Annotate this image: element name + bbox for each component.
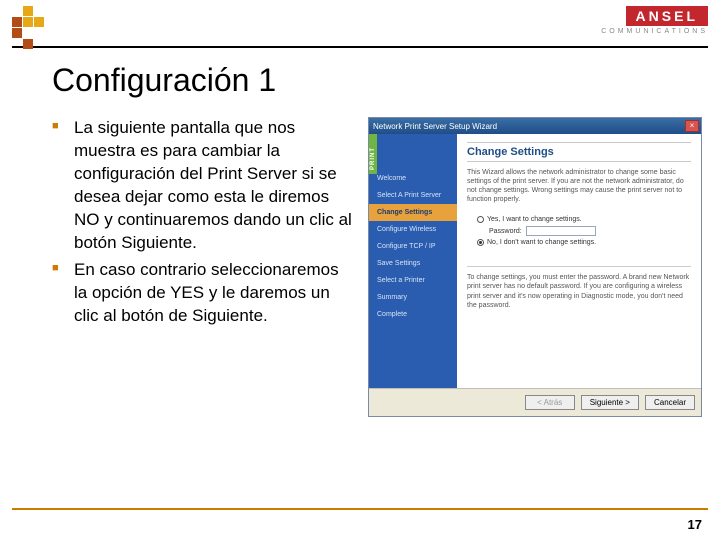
close-icon[interactable]: × bbox=[685, 120, 699, 132]
brand-subtitle: COMMUNICATIONS bbox=[601, 28, 708, 35]
page-title: Configuración 1 bbox=[52, 62, 720, 99]
wizard-step[interactable]: Complete bbox=[369, 306, 457, 323]
option-no-label: No, I don't want to change settings. bbox=[487, 239, 596, 246]
panel-title: Change Settings bbox=[467, 142, 691, 162]
logo-square bbox=[12, 6, 22, 16]
wizard-footer: < Atrás Siguiente > Cancelar bbox=[369, 388, 701, 416]
logo-square bbox=[34, 39, 44, 49]
logo-square bbox=[23, 39, 33, 49]
password-input[interactable] bbox=[526, 226, 596, 236]
footer-rule bbox=[12, 508, 708, 510]
wizard-step[interactable]: Select A Print Server bbox=[369, 187, 457, 204]
wizard-step[interactable]: Configure Wireless bbox=[369, 221, 457, 238]
password-label: Password: bbox=[489, 228, 522, 235]
logo-square bbox=[23, 28, 33, 38]
wizard-step[interactable]: Welcome bbox=[369, 170, 457, 187]
logo-square bbox=[23, 6, 33, 16]
radio-icon bbox=[477, 239, 484, 246]
wizard-titlebar: Network Print Server Setup Wizard × bbox=[369, 118, 701, 134]
logo-square bbox=[34, 17, 44, 27]
bullet-list: La siguiente pantalla que nos muestra es… bbox=[52, 117, 352, 417]
wizard-step[interactable]: Summary bbox=[369, 289, 457, 306]
logo-square bbox=[23, 17, 33, 27]
logo-square bbox=[34, 28, 44, 38]
cancel-button[interactable]: Cancelar bbox=[645, 395, 695, 410]
logo-square bbox=[45, 28, 55, 38]
logo-square bbox=[45, 17, 55, 27]
brand-block: ANSEL COMMUNICATIONS bbox=[601, 6, 708, 35]
header: ANSEL COMMUNICATIONS bbox=[12, 0, 708, 48]
option-yes[interactable]: Yes, I want to change settings. bbox=[477, 216, 691, 223]
panel-description: This Wizard allows the network administr… bbox=[467, 168, 691, 204]
radio-icon bbox=[477, 216, 484, 223]
logo-square bbox=[12, 17, 22, 27]
logo-square bbox=[34, 6, 44, 16]
brand-name: ANSEL bbox=[626, 6, 708, 26]
wizard-sidebar: PRINT WelcomeSelect A Print ServerChange… bbox=[369, 134, 457, 388]
logo-squares bbox=[12, 6, 55, 49]
content-row: La siguiente pantalla que nos muestra es… bbox=[0, 117, 720, 417]
wizard-title-text: Network Print Server Setup Wizard bbox=[373, 122, 685, 131]
logo-square bbox=[45, 6, 55, 16]
option-no[interactable]: No, I don't want to change settings. bbox=[477, 239, 691, 246]
bullet-item: La siguiente pantalla que nos muestra es… bbox=[52, 117, 352, 255]
next-button[interactable]: Siguiente > bbox=[581, 395, 639, 410]
print-tag: PRINT bbox=[369, 134, 377, 174]
panel-note: To change settings, you must enter the p… bbox=[467, 266, 691, 309]
logo-square bbox=[45, 39, 55, 49]
wizard-main-panel: Change Settings This Wizard allows the n… bbox=[457, 134, 701, 388]
wizard-body: PRINT WelcomeSelect A Print ServerChange… bbox=[369, 134, 701, 388]
wizard-window: Network Print Server Setup Wizard × PRIN… bbox=[368, 117, 702, 417]
back-button[interactable]: < Atrás bbox=[525, 395, 575, 410]
page-number: 17 bbox=[688, 517, 702, 532]
logo-square bbox=[12, 28, 22, 38]
wizard-step[interactable]: Change Settings bbox=[369, 204, 457, 221]
password-row: Password: bbox=[489, 226, 691, 236]
option-yes-label: Yes, I want to change settings. bbox=[487, 216, 582, 223]
wizard-step[interactable]: Select a Printer bbox=[369, 272, 457, 289]
bullet-item: En caso contrario seleccionaremos la opc… bbox=[52, 259, 352, 328]
wizard-step[interactable]: Save Settings bbox=[369, 255, 457, 272]
logo-square bbox=[12, 39, 22, 49]
wizard-step[interactable]: Configure TCP / IP bbox=[369, 238, 457, 255]
